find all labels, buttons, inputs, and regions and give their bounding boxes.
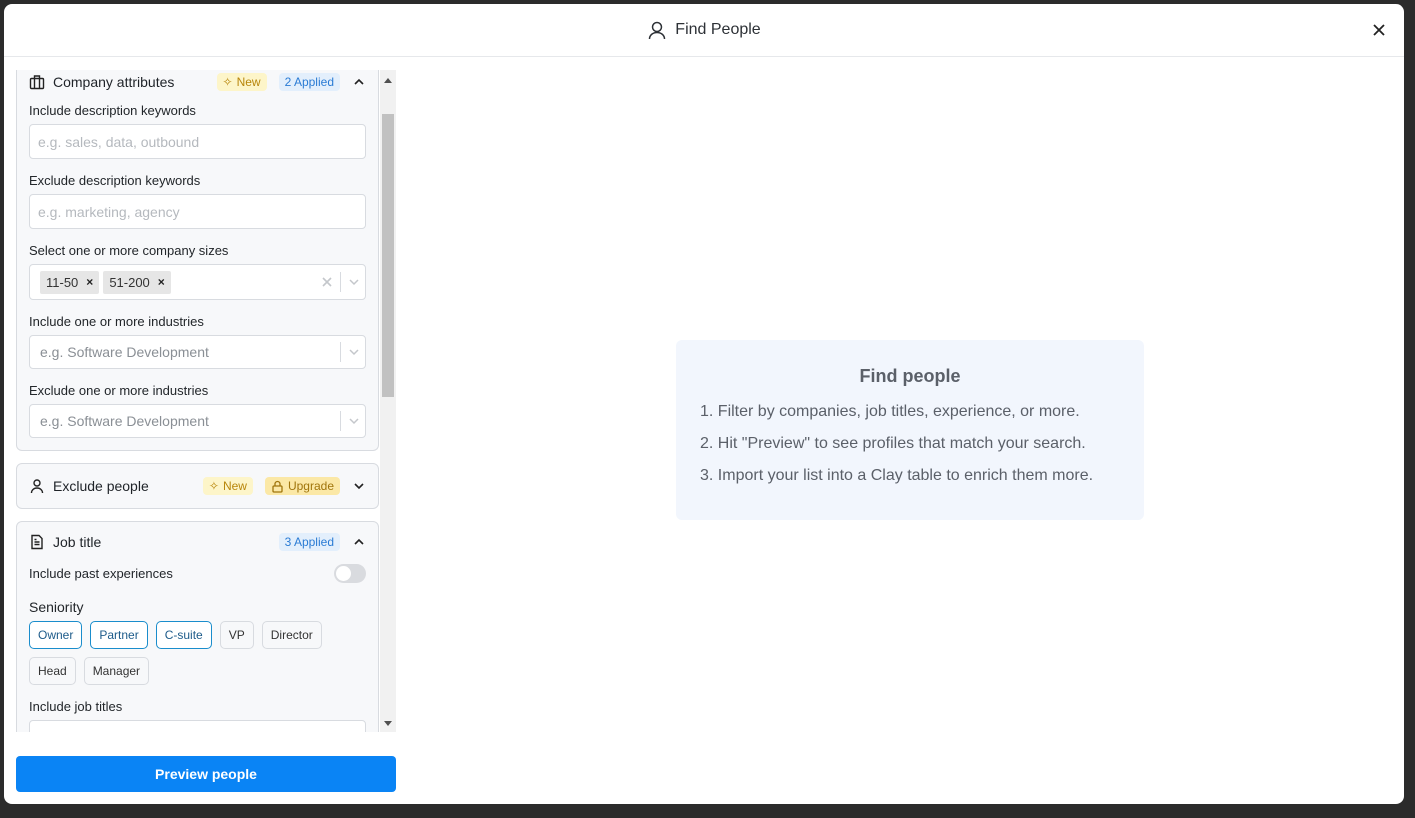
company-attributes-section: Company attributes ✧ New 2 Applied Includ… <box>16 70 379 451</box>
sparkle-icon: ✧ <box>208 479 219 493</box>
separator <box>340 411 341 431</box>
include-desc-label: Include description keywords <box>29 103 196 118</box>
chevron-up-icon[interactable] <box>352 75 366 89</box>
chevron-down-icon[interactable] <box>352 479 366 493</box>
info-step: 1. Filter by companies, job titles, expe… <box>700 403 1080 420</box>
seniority-pill[interactable]: VP <box>219 621 254 649</box>
exclude-people-section: Exclude people ✧ New Upgrade <box>16 463 379 509</box>
separator <box>340 272 341 292</box>
scroll-up-arrow[interactable] <box>384 78 392 83</box>
past-experiences-label: Include past experiences <box>29 566 173 581</box>
remove-chip-icon[interactable]: × <box>86 275 93 289</box>
find-people-modal: Find People Company attributes ✧ New 2 Ap… <box>4 4 1404 804</box>
applied-badge: 3 Applied <box>278 533 340 551</box>
exclude-description-input[interactable]: e.g. marketing, agency <box>29 194 366 229</box>
past-experiences-row: Include past experiences <box>17 564 378 583</box>
sparkle-icon: ✧ <box>222 75 233 89</box>
size-chip: 51-200 × <box>103 270 171 294</box>
seniority-pill[interactable]: Head <box>29 657 76 685</box>
info-title: Find people <box>859 366 961 386</box>
clear-icon[interactable] <box>320 275 334 289</box>
size-chip: 11-50 × <box>40 270 100 294</box>
filters-scrollbar[interactable] <box>380 70 396 732</box>
remove-chip-icon[interactable]: × <box>158 275 165 289</box>
exclude-industries-select[interactable]: e.g. Software Development <box>29 404 366 438</box>
close-icon[interactable] <box>1370 21 1388 39</box>
include-job-titles-label: Include job titles <box>29 699 123 714</box>
document-icon <box>31 534 43 550</box>
chevron-up-icon[interactable] <box>352 535 366 549</box>
modal-header: Find People <box>4 4 1404 57</box>
lock-icon <box>272 480 283 493</box>
chevron-down-icon[interactable] <box>347 275 361 289</box>
job-title-header[interactable]: Job title 3 Applied <box>17 524 378 560</box>
seniority-pill[interactable]: Owner <box>29 621 83 649</box>
job-title-section: Job title 3 Applied Include past experie… <box>16 521 379 732</box>
user-icon <box>30 479 44 494</box>
past-experiences-toggle[interactable] <box>334 564 366 583</box>
filters-scroll-area: Company attributes ✧ New 2 Applied Includ… <box>16 70 379 732</box>
modal-title-text: Find People <box>675 21 761 38</box>
filters-panel: Company attributes ✧ New 2 Applied Includ… <box>16 70 396 732</box>
scroll-down-arrow[interactable] <box>384 721 392 726</box>
section-title: Job title <box>53 534 102 550</box>
company-sizes-label: Select one or more company sizes <box>29 243 229 258</box>
user-icon <box>649 21 666 40</box>
seniority-label: Seniority <box>29 599 84 615</box>
separator <box>340 342 341 362</box>
applied-badge: 2 Applied <box>278 73 340 91</box>
preview-people-button[interactable]: Preview people <box>16 756 396 792</box>
seniority-pill[interactable]: Partner <box>90 621 148 649</box>
include-job-titles-input[interactable] <box>29 720 366 732</box>
section-title: Company attributes <box>53 74 175 90</box>
seniority-pill[interactable]: C-suite <box>155 621 212 649</box>
chevron-down-icon[interactable] <box>347 345 361 359</box>
company-attributes-header[interactable]: Company attributes ✧ New 2 Applied <box>17 70 378 95</box>
scrollbar-thumb[interactable] <box>382 114 394 397</box>
include-description-input[interactable]: e.g. sales, data, outbound <box>29 124 366 159</box>
building-icon <box>29 75 45 90</box>
section-title: Exclude people <box>53 478 149 494</box>
info-step: 3. Import your list into a Clay table to… <box>700 467 1094 484</box>
upgrade-badge[interactable]: Upgrade <box>264 477 340 495</box>
include-industries-select[interactable]: e.g. Software Development <box>29 335 366 369</box>
include-industries-label: Include one or more industries <box>29 314 204 329</box>
exclude-industries-label: Exclude one or more industries <box>29 383 209 398</box>
find-people-info-card: Find people 1. Filter by companies, job … <box>676 340 1144 520</box>
seniority-options: Owner Partner C-suite VP Director Head M… <box>17 621 378 685</box>
seniority-pill[interactable]: Manager <box>83 657 150 685</box>
company-sizes-select[interactable]: 11-50 × 51-200 × <box>29 264 366 300</box>
exclude-desc-label: Exclude description keywords <box>29 173 201 188</box>
exclude-people-header[interactable]: Exclude people ✧ New Upgrade <box>17 464 378 508</box>
new-badge: ✧ New <box>216 73 267 91</box>
seniority-pill[interactable]: Director <box>261 621 322 649</box>
chevron-down-icon[interactable] <box>347 414 361 428</box>
modal-title: Find People <box>647 20 761 40</box>
new-badge: ✧ New <box>202 477 253 495</box>
info-step: 2. Hit "Preview" to see profiles that ma… <box>700 435 1086 452</box>
